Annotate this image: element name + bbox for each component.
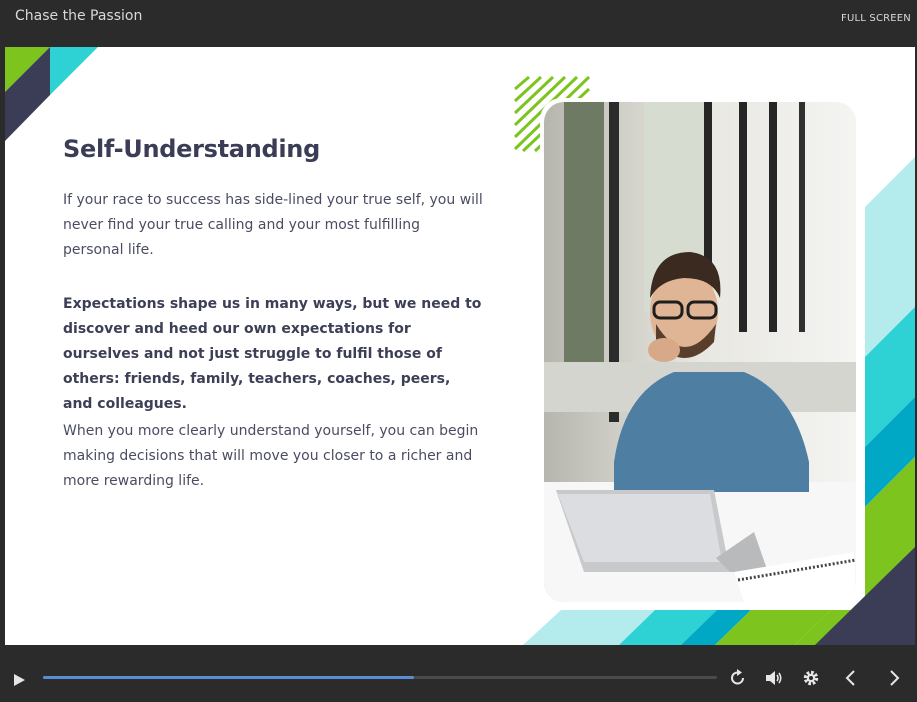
replay-icon [731,669,744,685]
paragraph-intro: If your race to success has side-lined y… [63,192,483,258]
seek-bar-fill [43,676,414,679]
play-button[interactable] [8,669,28,689]
gear-icon [803,670,819,686]
chevron-right-icon [890,670,900,686]
seek-bar[interactable] [43,676,717,679]
play-icon [14,674,25,686]
player-top-bar: Chase the Passion FULL SCREEN [0,0,917,46]
paragraph-expectations: Expectations shape us in many ways, but … [63,296,482,412]
next-slide-button[interactable] [883,667,905,689]
player-control-bar [0,655,917,702]
photo-man-laptop-icon [544,102,856,602]
settings-button[interactable] [800,667,822,689]
paragraph-conclusion: When you more clearly understand yoursel… [63,423,479,489]
fullscreen-button[interactable]: FULL SCREEN [841,13,911,24]
volume-icon [766,671,782,685]
replay-button[interactable] [727,667,749,689]
course-title: Chase the Passion [15,8,143,24]
previous-slide-button[interactable] [840,667,862,689]
volume-button[interactable] [763,667,785,689]
slide-heading: Self-Understanding [63,135,320,163]
slide-canvas: Self-Understanding If your race to succe… [5,47,915,645]
chevron-left-icon [845,670,855,686]
